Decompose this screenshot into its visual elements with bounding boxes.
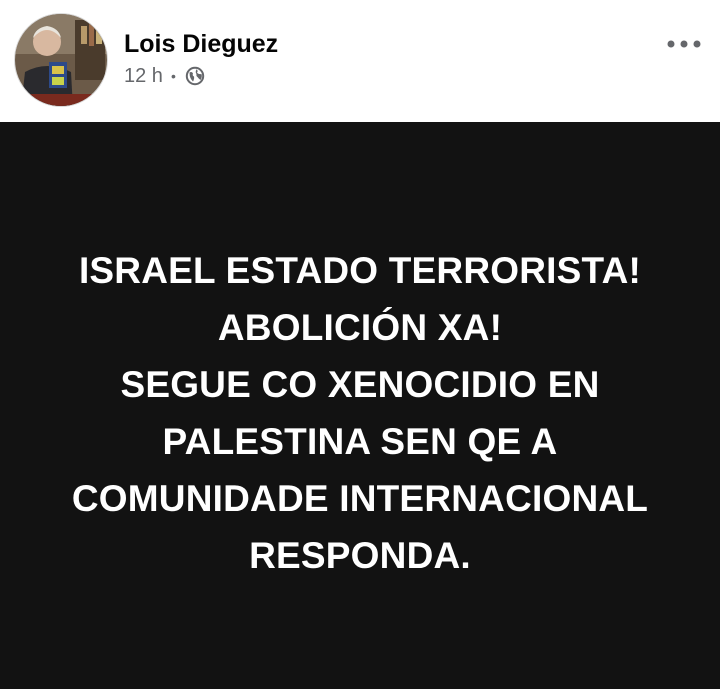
more-options-icon — [667, 40, 701, 48]
post-text-line: RESPONDA. — [249, 535, 471, 576]
post-timestamp[interactable]: 12 h — [124, 65, 163, 88]
author-avatar[interactable] — [14, 13, 108, 107]
post-text-background: ISRAEL ESTADO TERRORISTA! ABOLICIÓN XA! … — [0, 122, 720, 689]
facebook-post: Lois Dieguez 12 h • ISRAEL ESTADO TERROR… — [0, 0, 720, 689]
more-options-button[interactable] — [664, 30, 704, 58]
post-text: ISRAEL ESTADO TERRORISTA! ABOLICIÓN XA! … — [0, 242, 720, 584]
globe-icon[interactable] — [185, 66, 205, 86]
post-text-line: ISRAEL ESTADO TERRORISTA! — [78, 250, 642, 291]
post-text-line: COMUNIDADE INTERNACIONAL — [71, 478, 649, 519]
post-text-line: ABOLICIÓN XA! — [217, 307, 503, 348]
meta-separator: • — [170, 68, 176, 84]
post-text-line: PALESTINA SEN QE A — [162, 421, 558, 462]
author-name[interactable]: Lois Dieguez — [124, 29, 278, 59]
post-meta: 12 h • — [124, 64, 205, 88]
post-header: Lois Dieguez 12 h • — [0, 0, 720, 122]
avatar-photo — [15, 14, 107, 106]
post-text-line: SEGUE CO XENOCIDIO EN — [120, 364, 600, 405]
